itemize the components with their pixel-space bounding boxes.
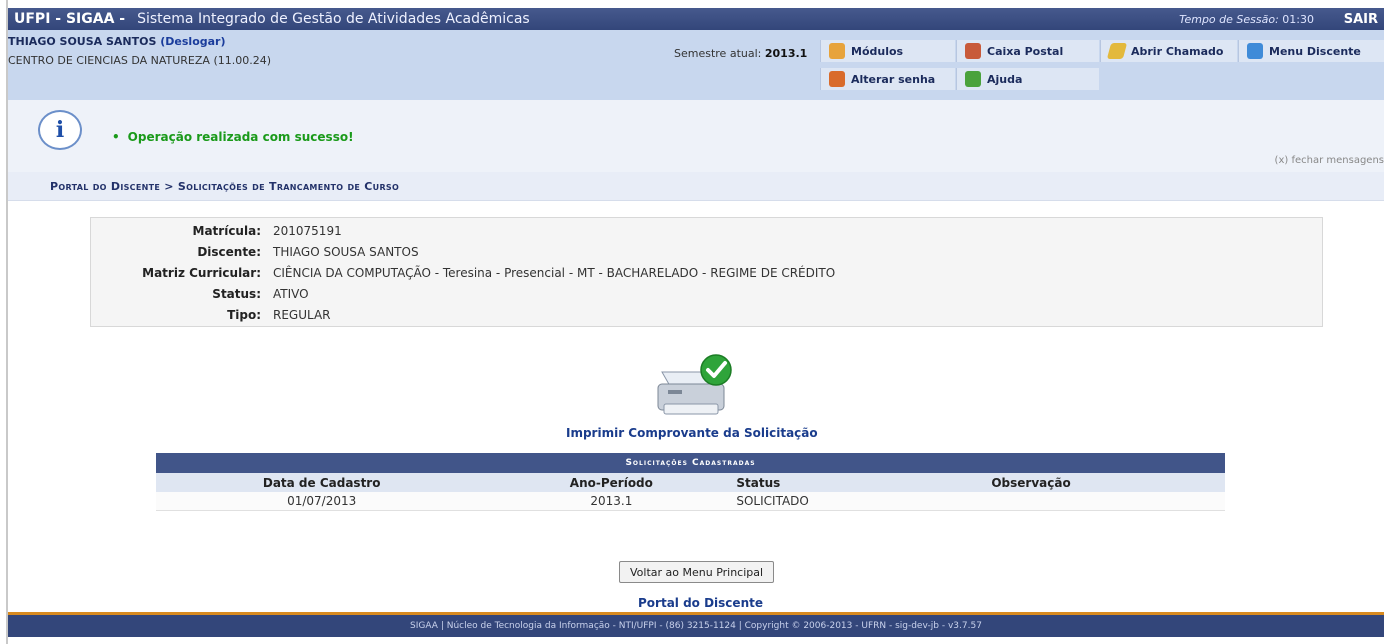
chamado-icon (1106, 43, 1128, 59)
menu-discente-button[interactable]: Menu Discente (1238, 40, 1384, 62)
abrir-chamado-button[interactable]: Abrir Chamado (1100, 40, 1237, 62)
user-name: THIAGO SOUSA SANTOS (8, 35, 157, 48)
print-receipt-link[interactable]: Imprimir Comprovante da Solicitação (566, 426, 818, 440)
cell-ano-periodo: 2013.1 (487, 492, 736, 511)
table-header-row: Data de Cadastro Ano-Período Status Obse… (156, 473, 1225, 492)
table-row: 01/07/2013 2013.1 SOLICITADO (156, 492, 1225, 511)
user-name-line: THIAGO SOUSA SANTOS (Deslogar) (8, 35, 226, 48)
session-time: 01:30 (1282, 12, 1314, 26)
table-caption: Solicitações Cadastradas (156, 453, 1225, 473)
close-messages-link[interactable]: (x) fechar mensagens (1275, 155, 1384, 166)
table-caption-row: Solicitações Cadastradas (156, 453, 1225, 473)
info-icon: i (38, 110, 82, 150)
deslogar-link[interactable]: (Deslogar) (160, 35, 225, 48)
student-info-box: Matrícula: 201075191 Discente: THIAGO SO… (90, 217, 1323, 327)
header-observacao: Observação (837, 473, 1225, 492)
window-left-border (0, 0, 8, 644)
semestre-label: Semestre atual: (674, 47, 762, 60)
caixa-postal-label: Caixa Postal (987, 44, 1064, 58)
logout-link[interactable]: SAIR (1344, 12, 1378, 27)
header-status: Status (735, 473, 838, 492)
voltar-menu-button[interactable]: Voltar ao Menu Principal (619, 561, 775, 583)
field-label: Tipo: (227, 308, 261, 322)
field-value: ATIVO (273, 287, 309, 301)
mailbox-icon (965, 43, 981, 59)
modules-icon (829, 43, 845, 59)
header-data-cadastro: Data de Cadastro (156, 473, 488, 492)
help-icon (965, 71, 981, 87)
portal-discente-link[interactable]: Portal do Discente (638, 596, 763, 610)
breadcrumb-text: Portal do Discente > Solicitações de Tra… (50, 180, 400, 193)
modulos-button[interactable]: Módulos (820, 40, 955, 62)
field-value: REGULAR (273, 308, 331, 322)
alterar-senha-label: Alterar senha (851, 72, 936, 86)
user-centro: CENTRO DE CIENCIAS DA NATUREZA (11.00.24… (8, 54, 272, 67)
printer-icon[interactable] (640, 352, 740, 422)
footer: SIGAA | Núcleo de Tecnologia da Informaç… (8, 612, 1384, 637)
abrir-chamado-label: Abrir Chamado (1131, 44, 1224, 58)
brand-title: UFPI - SIGAA - (14, 11, 126, 27)
ajuda-label: Ajuda (987, 72, 1023, 86)
semestre-atual: Semestre atual: 2013.1 (674, 47, 807, 60)
breadcrumb: Portal do Discente > Solicitações de Tra… (8, 172, 1384, 201)
cell-observacao (837, 492, 1225, 511)
cell-status: SOLICITADO (735, 492, 838, 511)
field-label: Matrícula: (192, 224, 261, 238)
field-value: THIAGO SOUSA SANTOS (273, 245, 419, 259)
user-info-bar: THIAGO SOUSA SANTOS (Deslogar) CENTRO DE… (8, 30, 1384, 100)
session-timer: Tempo de Sessão: 01:30 (1179, 13, 1314, 26)
caixa-postal-button[interactable]: Caixa Postal (956, 40, 1099, 62)
field-label: Matriz Curricular: (142, 266, 261, 280)
ajuda-button[interactable]: Ajuda (956, 68, 1099, 90)
message-panel: i Operação realizada com sucesso! (x) fe… (8, 100, 1384, 172)
modulos-label: Módulos (851, 44, 904, 58)
success-message: Operação realizada com sucesso! (112, 130, 354, 144)
field-label: Discente: (197, 245, 261, 259)
semestre-value: 2013.1 (764, 47, 808, 60)
field-value: CIÊNCIA DA COMPUTAÇÃO - Teresina - Prese… (273, 266, 836, 280)
password-icon (829, 71, 845, 87)
menu-discente-label: Menu Discente (1269, 44, 1361, 58)
menu-discente-icon (1247, 43, 1263, 59)
cell-data-cadastro: 01/07/2013 (156, 492, 488, 511)
system-name: Sistema Integrado de Gestão de Atividade… (137, 11, 530, 27)
field-value: 201075191 (273, 224, 342, 238)
top-bar: UFPI - SIGAA - Sistema Integrado de Gest… (8, 8, 1384, 30)
header-ano-periodo: Ano-Período (487, 473, 736, 492)
field-label: Status: (212, 287, 261, 301)
solicitacoes-table: Solicitações Cadastradas Data de Cadastr… (156, 453, 1225, 511)
alterar-senha-button[interactable]: Alterar senha (820, 68, 955, 90)
session-label: Tempo de Sessão: (1179, 12, 1279, 26)
